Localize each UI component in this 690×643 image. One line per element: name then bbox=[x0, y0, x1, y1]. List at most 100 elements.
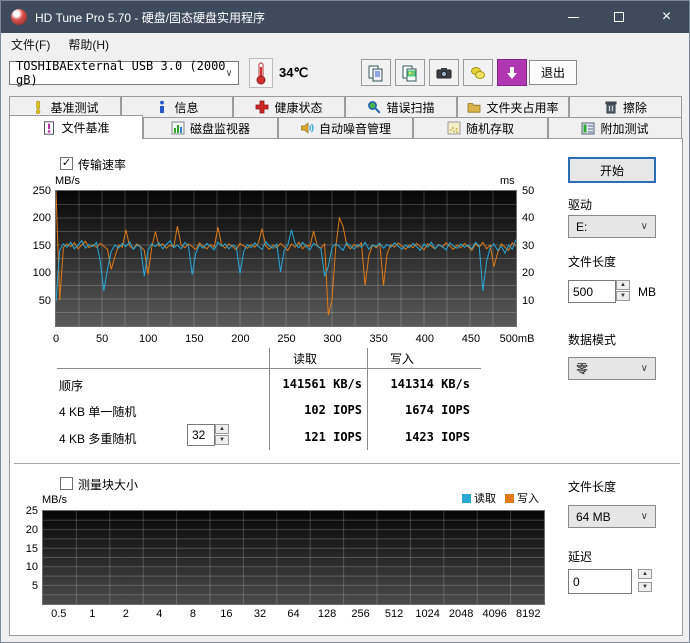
axis-tick: 4096 bbox=[482, 608, 506, 620]
spin-up-button[interactable]: ▲ bbox=[638, 569, 652, 579]
axis-tick: 8 bbox=[190, 608, 196, 620]
file-length-input[interactable]: 500 bbox=[568, 280, 616, 303]
hands-icon bbox=[469, 64, 487, 82]
axis-tick: 4 bbox=[156, 608, 162, 620]
tab-file-benchmark[interactable]: 文件基准 bbox=[9, 115, 143, 139]
close-button[interactable]: × bbox=[642, 1, 690, 33]
tab-benchmark[interactable]: 基准测试 bbox=[9, 96, 121, 117]
queue-depth-input[interactable]: 32 bbox=[187, 424, 215, 446]
tab-folder-usage[interactable]: 文件夹占用率 bbox=[457, 96, 569, 117]
spin-up-button[interactable]: ▲ bbox=[215, 424, 229, 434]
copy-image-button[interactable] bbox=[395, 59, 425, 86]
tab-strip: 基准测试 信息 健康状态 错误扫描 文件夹占用率 擦除 文件基准 磁盘监视器 bbox=[1, 93, 689, 139]
tab-label: 错误扫描 bbox=[386, 99, 434, 116]
axis-tick: 500mB bbox=[500, 333, 535, 345]
app-window: HD Tune Pro 5.70 - 硬盘/固态硬盘实用程序 × 文件(F) 帮… bbox=[0, 0, 690, 643]
tab-extra-tests[interactable]: 附加测试 bbox=[548, 117, 682, 138]
write-column-header: 写入 bbox=[390, 350, 414, 367]
download-arrow-icon bbox=[504, 65, 520, 81]
table-divider bbox=[269, 348, 270, 450]
tab-label: 磁盘监视器 bbox=[190, 120, 250, 137]
row-4kb-single-label: 4 KB 单一随机 bbox=[59, 403, 136, 420]
tab-erase[interactable]: 擦除 bbox=[569, 96, 682, 117]
tab-label: 信息 bbox=[174, 99, 198, 116]
save-results-button[interactable] bbox=[497, 59, 527, 86]
drive-value: E: bbox=[576, 220, 587, 234]
data-mode-dropdown[interactable]: 零 ∨ bbox=[568, 357, 656, 380]
trash-icon bbox=[604, 100, 618, 114]
axis-tick: 25 bbox=[26, 505, 38, 517]
donate-button[interactable] bbox=[463, 59, 493, 86]
write-legend-swatch bbox=[505, 494, 514, 503]
tab-health[interactable]: 健康状态 bbox=[233, 96, 345, 117]
section-divider bbox=[14, 463, 680, 464]
chevron-down-icon: ∨ bbox=[641, 511, 648, 522]
close-icon: × bbox=[662, 8, 671, 26]
menu-help[interactable]: 帮助(H) bbox=[60, 34, 117, 55]
transfer-rate-chart bbox=[55, 190, 517, 327]
axis-tick: 2048 bbox=[449, 608, 473, 620]
table-divider bbox=[367, 348, 368, 450]
axis-tick: 1 bbox=[89, 608, 95, 620]
chevron-down-icon: ∨ bbox=[226, 68, 232, 79]
minimize-icon bbox=[568, 17, 579, 18]
block-size-checkbox[interactable] bbox=[60, 477, 73, 490]
axis-tick: 450 bbox=[462, 333, 480, 345]
exit-button[interactable]: 退出 bbox=[529, 60, 577, 85]
tab-aam[interactable]: 自动噪音管理 bbox=[278, 117, 413, 138]
tab-random-access[interactable]: 随机存取 bbox=[413, 117, 548, 138]
minimize-button[interactable] bbox=[550, 1, 596, 33]
chevron-down-icon: ∨ bbox=[641, 221, 648, 232]
axis-tick: 5 bbox=[32, 580, 38, 592]
tab-info[interactable]: 信息 bbox=[121, 96, 233, 117]
axis-tick: 1024 bbox=[415, 608, 439, 620]
delay-spinner: ▲ ▼ bbox=[638, 569, 652, 592]
magnifier-icon bbox=[367, 100, 381, 114]
calculator-icon bbox=[581, 121, 595, 135]
exclamation-icon bbox=[31, 100, 45, 114]
thermometer-icon bbox=[254, 61, 268, 85]
file-length2-dropdown[interactable]: 64 MB ∨ bbox=[568, 505, 656, 528]
axis-tick: 100 bbox=[33, 267, 51, 279]
delay-label: 延迟 bbox=[568, 548, 592, 565]
file-benchmark-icon bbox=[42, 121, 56, 135]
file-length-value: 500 bbox=[573, 285, 593, 299]
queue-depth-spinner: ▲ ▼ bbox=[215, 424, 229, 445]
sequential-read-value: 141561 KB/s bbox=[283, 377, 362, 391]
window-title: HD Tune Pro 5.70 - 硬盘/固态硬盘实用程序 bbox=[35, 9, 265, 26]
axis-tick: 30 bbox=[522, 240, 534, 252]
temperature-button[interactable] bbox=[249, 58, 273, 88]
copy-text-button[interactable] bbox=[361, 59, 391, 86]
axis-tick: 16 bbox=[220, 608, 232, 620]
tab-disk-monitor[interactable]: 磁盘监视器 bbox=[143, 117, 278, 138]
transfer-rate-checkbox[interactable]: ✓ bbox=[60, 157, 73, 170]
tab-label: 基准测试 bbox=[50, 99, 98, 116]
file-length2-value: 64 MB bbox=[576, 510, 611, 524]
drive-label: 驱动 bbox=[568, 196, 592, 213]
tab-error-scan[interactable]: 错误扫描 bbox=[345, 96, 457, 117]
read-legend-label: 读取 bbox=[474, 490, 496, 506]
toolbar: TOSHIBAExternal USB 3.0 (2000 gB) ∨ 34℃ bbox=[1, 55, 689, 93]
axis-tick: 50 bbox=[39, 295, 51, 307]
menu-file[interactable]: 文件(F) bbox=[3, 34, 58, 55]
tab-label: 擦除 bbox=[623, 99, 647, 116]
write-legend-label: 写入 bbox=[517, 490, 539, 506]
spin-down-button[interactable]: ▼ bbox=[638, 582, 652, 592]
axis-tick: 200 bbox=[231, 333, 249, 345]
drive-selector-dropdown[interactable]: TOSHIBAExternal USB 3.0 (2000 gB) ∨ bbox=[9, 61, 239, 85]
delay-input[interactable]: 0 bbox=[568, 569, 632, 594]
drive-dropdown[interactable]: E: ∨ bbox=[568, 215, 656, 238]
tab-label: 自动噪音管理 bbox=[319, 120, 391, 137]
spin-down-button[interactable]: ▼ bbox=[616, 291, 630, 301]
screenshot-button[interactable] bbox=[429, 59, 459, 86]
axis-tick: 40 bbox=[522, 212, 534, 224]
tab-label: 文件基准 bbox=[61, 119, 109, 136]
start-button[interactable]: 开始 bbox=[568, 157, 656, 183]
axis-tick: 10 bbox=[522, 295, 534, 307]
file-length-label: 文件长度 bbox=[568, 253, 616, 270]
read-legend-swatch bbox=[462, 494, 471, 503]
spin-up-button[interactable]: ▲ bbox=[616, 280, 630, 290]
maximize-button[interactable] bbox=[596, 1, 642, 33]
random-dots-icon bbox=[447, 121, 461, 135]
spin-down-button[interactable]: ▼ bbox=[215, 435, 229, 445]
